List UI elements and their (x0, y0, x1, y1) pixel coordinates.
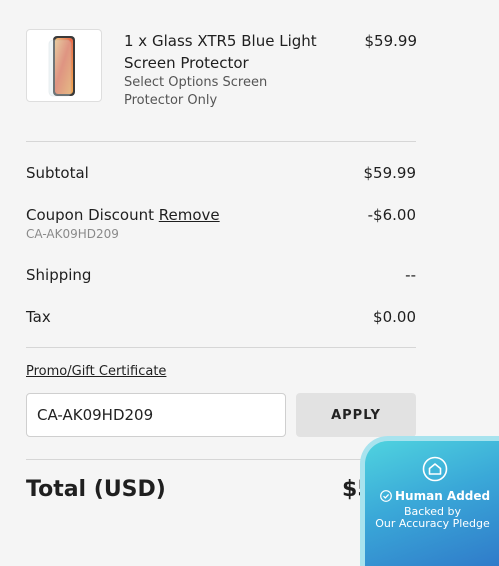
badge-title: Human Added (395, 489, 491, 503)
subtotal-label: Subtotal (26, 164, 89, 182)
product-price: $59.99 (364, 32, 418, 50)
badge-title-row: Human Added (380, 489, 490, 503)
total-label: Total (USD) (26, 477, 166, 502)
divider (26, 347, 416, 348)
promo-gift-certificate-link[interactable]: Promo/Gift Certificate (26, 364, 166, 379)
check-circle-icon (380, 490, 392, 502)
subtotal-value: $59.99 (363, 164, 417, 182)
tax-value: $0.00 (373, 308, 416, 326)
badge-subtitle: Backed by Our Accuracy Pledge (365, 506, 499, 530)
tax-label: Tax (26, 308, 51, 326)
apply-button[interactable]: APPLY (296, 393, 416, 437)
phone-screen-protector-image (48, 36, 75, 97)
coupon-discount-label: Coupon Discount (26, 206, 154, 224)
coupon-discount-row: Coupon Discount Remove (26, 205, 220, 225)
coupon-discount-value: -$6.00 (367, 206, 416, 224)
coupon-code: CA-AK09HD209 (26, 227, 119, 241)
promo-code-input[interactable] (26, 393, 286, 437)
divider (26, 459, 416, 460)
product-thumbnail (26, 29, 102, 102)
divider (26, 141, 416, 142)
badge-line-2: Our Accuracy Pledge (375, 517, 490, 530)
shipping-label: Shipping (26, 266, 92, 284)
product-options: Select Options Screen Protector Only (124, 75, 268, 108)
house-icon (422, 456, 448, 482)
coupon-remove-link[interactable]: Remove (159, 206, 220, 224)
product-name: 1 x Glass XTR5 Blue Light Screen Protect… (124, 32, 317, 72)
shipping-value: -- (405, 266, 416, 284)
